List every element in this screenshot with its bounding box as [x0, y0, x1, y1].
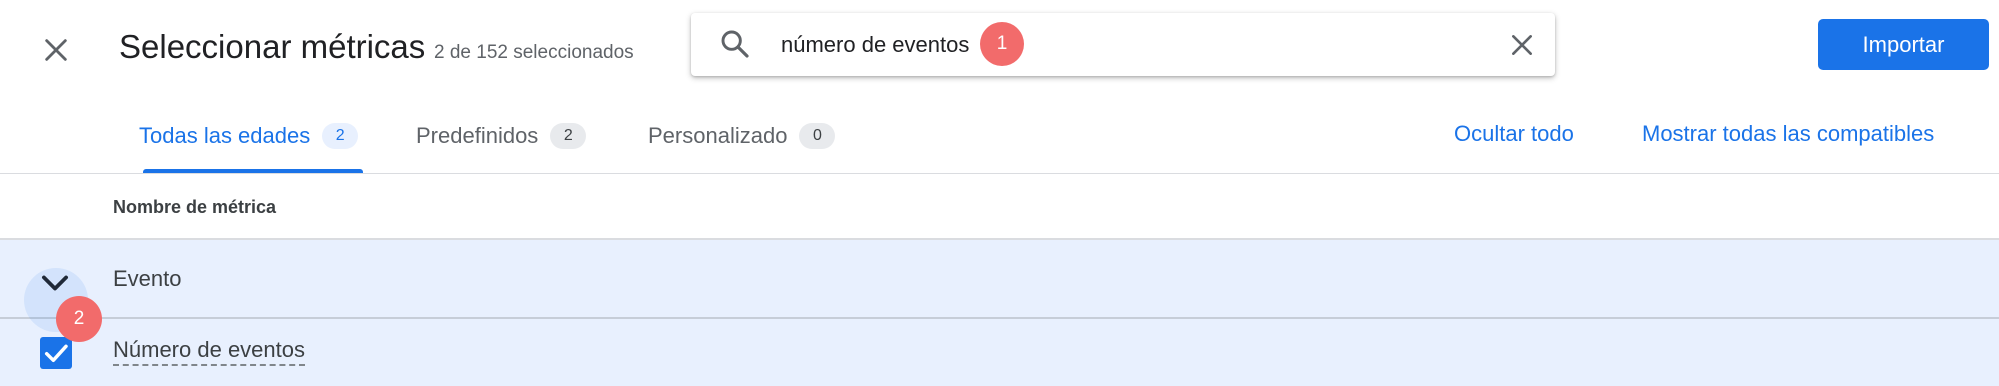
step-badge-2: 2	[56, 296, 102, 342]
search-icon	[721, 30, 749, 58]
tab-custom-label: Personalizado	[648, 123, 788, 148]
group-label: Evento	[113, 266, 182, 291]
tab-custom[interactable]: Personalizado 0	[648, 120, 836, 174]
search-box[interactable]: número de eventos 1	[691, 13, 1555, 76]
metric-checkbox[interactable]	[40, 337, 72, 369]
tab-all-count: 2	[322, 123, 359, 149]
tab-predefined-label: Predefinidos	[416, 123, 539, 148]
metric-label[interactable]: Número de eventos	[113, 337, 305, 366]
tab-all-label: Todas las edades	[139, 123, 311, 148]
tab-predefined[interactable]: Predefinidos 2	[416, 120, 587, 174]
column-header-metric-name: Nombre de métrica	[113, 197, 277, 217]
tab-predefined-count: 2	[550, 123, 587, 149]
group-row-event[interactable]: Evento	[0, 240, 1999, 319]
step-badge-1: 1	[980, 22, 1024, 66]
selection-count: 2 de 152 seleccionados	[434, 42, 634, 63]
clear-search-icon[interactable]	[1509, 32, 1535, 58]
close-button[interactable]	[30, 24, 82, 76]
tabs-divider	[0, 173, 1999, 174]
close-icon	[45, 39, 67, 61]
tab-custom-count: 0	[799, 123, 836, 149]
checkmark-icon	[44, 344, 68, 363]
import-button[interactable]: Importar	[1818, 19, 1989, 70]
show-all-compatible-button[interactable]: Mostrar todas las compatibles	[1642, 121, 1934, 147]
search-input[interactable]: número de eventos	[781, 32, 969, 58]
page-title: Seleccionar métricas	[119, 28, 426, 65]
tab-all[interactable]: Todas las edades 2	[139, 120, 359, 174]
hide-all-button[interactable]: Ocultar todo	[1454, 121, 1574, 147]
